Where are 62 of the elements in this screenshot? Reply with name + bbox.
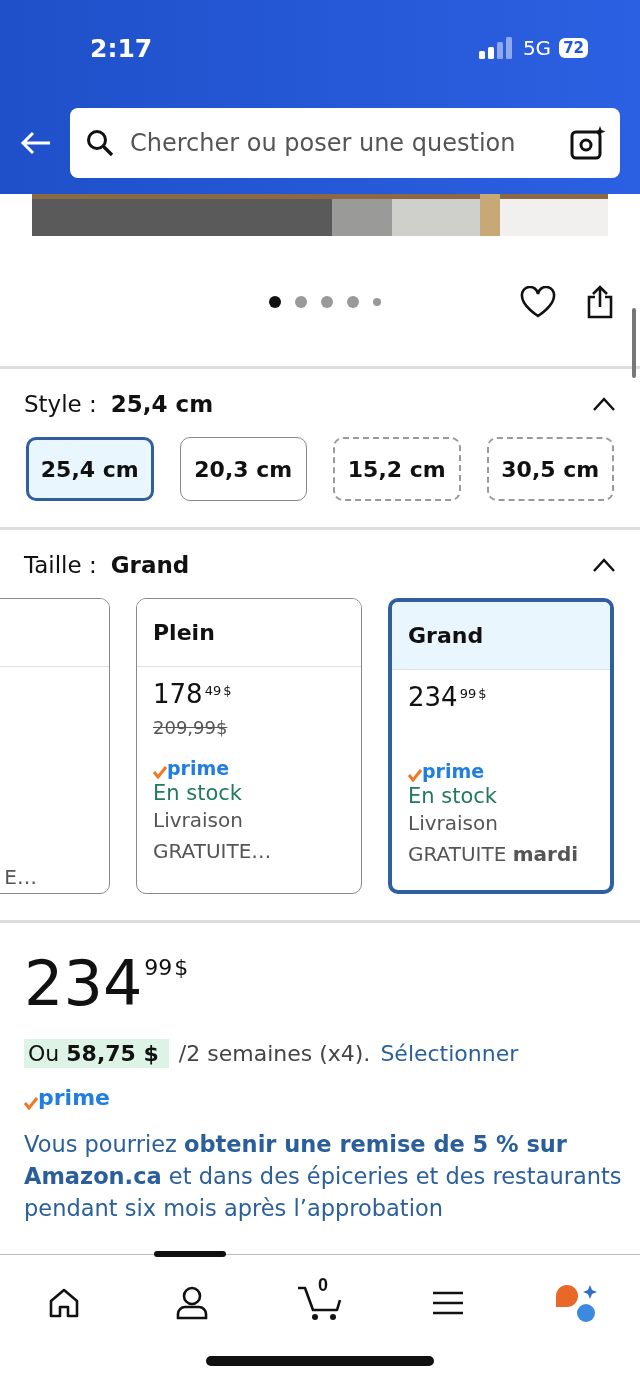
stock-status: En stock [408, 784, 498, 808]
stock-status: En stock [153, 781, 243, 805]
camera-icon[interactable] [570, 126, 606, 160]
page-dot[interactable] [373, 298, 381, 306]
size-value: Grand [110, 552, 191, 578]
collapse-caret-icon[interactable] [592, 557, 616, 573]
delivery-text: GRATUITE… [153, 838, 273, 865]
status-time: 2:17 [90, 33, 154, 63]
price-whole: 178 [153, 681, 203, 707]
scroll-bar [632, 308, 636, 378]
size-option-title: Grand [408, 623, 484, 648]
installment-terms: /2 semaines (x4). [178, 1041, 371, 1066]
heart-icon[interactable] [520, 286, 556, 318]
price-currency: $ [478, 686, 487, 701]
page-dot[interactable] [295, 296, 307, 308]
account-icon [176, 1286, 208, 1320]
prime-logo: prime [422, 760, 485, 782]
assistant-icon [554, 1283, 598, 1323]
style-label: Style : [24, 391, 97, 417]
delivery-text: GRATUITE mardi [408, 841, 580, 868]
prime-logo: prime [167, 757, 230, 779]
drag-handle[interactable] [154, 1251, 226, 1257]
check-icon [153, 765, 167, 779]
check-icon [408, 768, 422, 782]
price-whole: 234 [408, 684, 458, 710]
price-whole: 234 [24, 953, 143, 1015]
share-icon[interactable] [586, 285, 614, 319]
search-bar[interactable]: Chercher ou poser une question [70, 108, 620, 178]
network-label: 5G [522, 36, 552, 60]
list-price: 209,99$ [153, 717, 228, 740]
price-fraction: 99 [459, 686, 477, 701]
installment-offer: Ou 58,75 $ [24, 1039, 169, 1068]
promo-text: Vous pourriez obtenir une remise de 5 % sur Amazon.ca et dans des épiceries et des restaurants pendant six mois après l’approbation [24, 1130, 623, 1223]
search-icon [86, 129, 114, 157]
select-link[interactable]: Sélectionner [380, 1041, 519, 1066]
size-option-title: Plein [153, 620, 215, 645]
delivery-text: Livraison [153, 807, 244, 834]
cart-count: 0 [318, 1275, 328, 1296]
check-icon [24, 1096, 38, 1110]
page-dot[interactable] [321, 296, 333, 308]
price-fraction: 49 [204, 683, 222, 698]
size-label: Taille : [24, 552, 97, 578]
style-option[interactable]: 20,3 cm [179, 437, 307, 501]
menu-icon [432, 1290, 464, 1316]
style-value: 25,4 cm [110, 391, 215, 417]
delivery-text: E… [4, 864, 37, 891]
page-dot[interactable] [347, 296, 359, 308]
style-option[interactable]: 15,2 cm [333, 437, 461, 501]
size-option-card[interactable]: E… [0, 598, 110, 894]
home-icon [48, 1287, 80, 1319]
style-option[interactable]: 25,4 cm [26, 437, 154, 501]
delivery-text: Livraison [408, 810, 499, 837]
signal-icon [478, 37, 513, 59]
back-arrow-icon[interactable] [20, 131, 52, 155]
price-currency: $ [223, 683, 232, 698]
page-dot[interactable] [269, 296, 281, 308]
price-currency: $ [174, 955, 189, 980]
collapse-caret-icon[interactable] [592, 396, 616, 412]
prime-logo: prime [38, 1085, 110, 1110]
style-option[interactable]: 30,5 cm [486, 437, 614, 501]
price-fraction: 99 [144, 955, 173, 980]
battery-level: 72 [559, 38, 588, 58]
